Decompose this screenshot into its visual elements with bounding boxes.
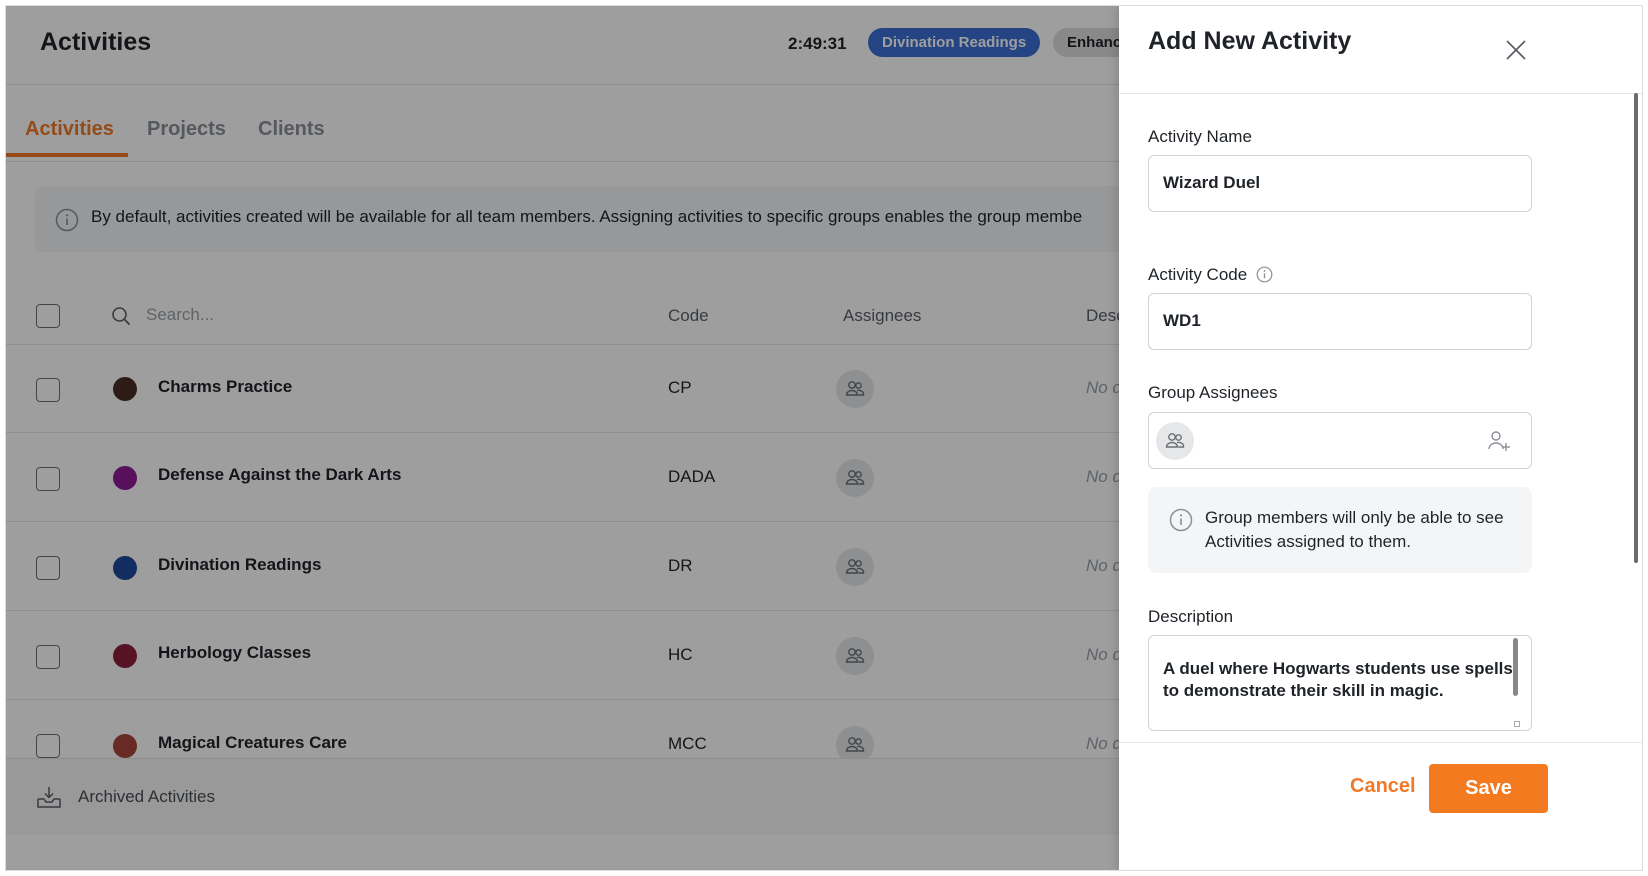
resize-handle[interactable] [1514,721,1520,727]
add-activity-drawer: Add New Activity Activity Name Wizard Du… [1119,6,1642,870]
drawer-title: Add New Activity [1148,27,1352,55]
group-notice: Group members will only be able to see A… [1148,487,1532,573]
group-avatar [1156,422,1194,460]
add-user-icon[interactable] [1487,429,1511,458]
group-icon [1165,433,1185,448]
activity-code-label: Activity Code [1148,265,1273,288]
description-label: Description [1148,607,1234,626]
save-button[interactable]: Save [1429,764,1548,813]
group-assignees-label: Group Assignees [1148,383,1278,402]
description-value: A duel where Hogwarts students use spell… [1163,659,1513,700]
activity-name-value: Wizard Duel [1163,173,1261,192]
group-notice-text: Group members will only be able to see A… [1205,508,1504,551]
cancel-button[interactable]: Cancel [1350,775,1416,798]
drawer-footer: Cancel Save [1119,742,1642,833]
drawer-scrollbar[interactable] [1634,93,1638,563]
info-icon[interactable] [1256,266,1273,288]
activity-name-label: Activity Name [1148,127,1252,146]
info-icon [1169,508,1193,537]
activity-code-label-text: Activity Code [1148,265,1248,284]
textarea-scrollbar[interactable] [1513,638,1518,696]
activity-name-field[interactable]: Wizard Duel [1148,155,1532,212]
description-textarea[interactable]: A duel where Hogwarts students use spell… [1148,635,1532,731]
close-icon [1506,40,1526,60]
activity-code-field[interactable]: WD1 [1148,293,1532,350]
close-button[interactable] [1502,36,1530,64]
drawer-header: Add New Activity [1119,6,1642,94]
app-window: Activities 2:49:31 Divination Readings E… [5,5,1643,871]
activity-code-value: WD1 [1163,311,1201,330]
group-assignees-field[interactable] [1148,412,1532,469]
